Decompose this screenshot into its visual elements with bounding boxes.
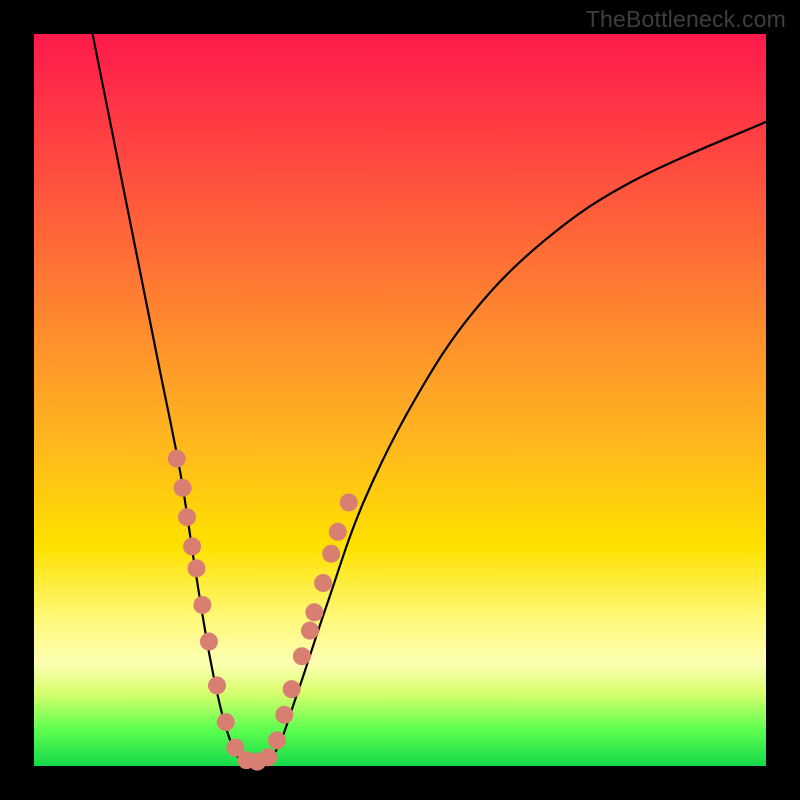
curve-marker bbox=[301, 622, 319, 640]
curve-marker bbox=[340, 493, 358, 511]
curve-right-branch bbox=[254, 122, 766, 766]
curve-marker bbox=[268, 731, 286, 749]
chart-frame: TheBottleneck.com bbox=[0, 0, 800, 800]
curve-marker bbox=[200, 633, 218, 651]
curve-markers bbox=[168, 450, 358, 771]
curve-marker bbox=[208, 676, 226, 694]
curve-left-branch bbox=[93, 34, 254, 766]
v-curve-svg bbox=[34, 34, 766, 766]
curve-marker bbox=[178, 508, 196, 526]
watermark-text: TheBottleneck.com bbox=[586, 6, 786, 33]
curve-marker bbox=[217, 713, 235, 731]
curve-marker bbox=[314, 574, 332, 592]
curve-marker bbox=[275, 706, 293, 724]
curve-marker bbox=[188, 559, 206, 577]
curve-marker bbox=[174, 479, 192, 497]
curve-marker bbox=[259, 748, 277, 766]
curve-marker bbox=[168, 450, 186, 468]
curve-marker bbox=[329, 523, 347, 541]
curve-marker bbox=[183, 537, 201, 555]
curve-marker bbox=[283, 680, 301, 698]
curve-marker bbox=[293, 647, 311, 665]
curve-marker bbox=[305, 603, 323, 621]
curve-marker bbox=[193, 596, 211, 614]
plot-area bbox=[34, 34, 766, 766]
curve-marker bbox=[322, 545, 340, 563]
